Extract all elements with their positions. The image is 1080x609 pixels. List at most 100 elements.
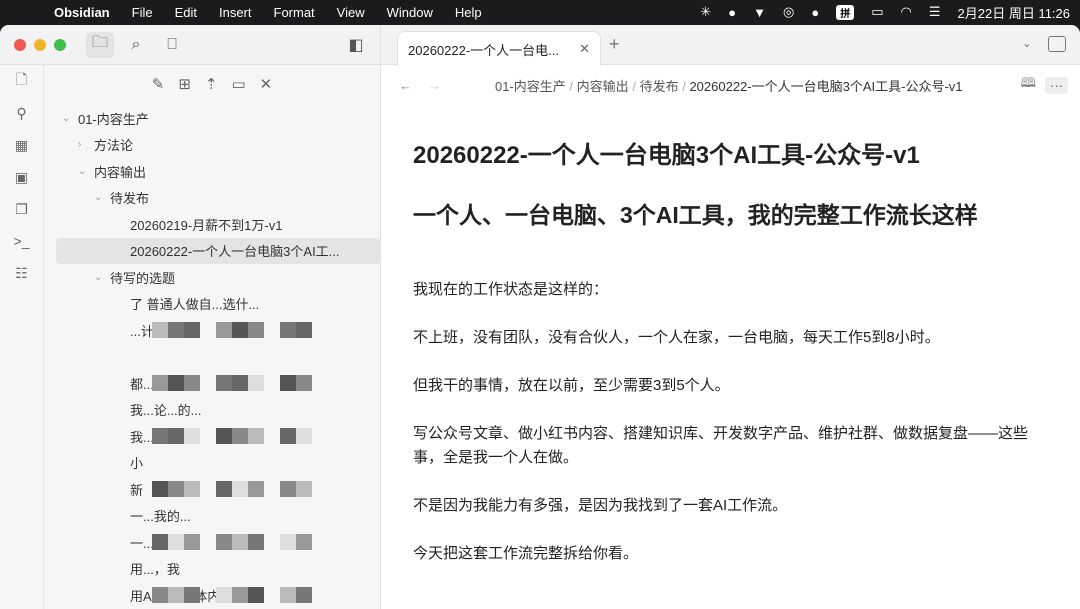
- file-item[interactable]: 用...，我: [62, 556, 380, 583]
- folder-label: 01-内容生产: [78, 111, 149, 127]
- sort-icon[interactable]: ⇡: [205, 75, 218, 105]
- chevron-down-icon[interactable]: ⌄: [1022, 36, 1032, 50]
- view-header: ← → 01-内容生产 / 内容输出 / 待发布 / 20260222-一个人一…: [381, 65, 1080, 105]
- rocket-icon[interactable]: ●: [728, 5, 736, 20]
- editor-pane: 20260222-一个人一台电... ✕ + ⌄ ← → 01-内容生产 / 内容…: [381, 25, 1080, 609]
- file-item[interactable]: 我...了...: [62, 423, 380, 450]
- file-item-active[interactable]: 20260222-一个人一台电脑3个AI工...: [56, 237, 380, 264]
- file-label: 20260222-一个人一台电脑3个AI工...: [130, 244, 340, 260]
- ribbon: 🗋 ⚲ ▦ ▣ ❐ >_ ☷: [0, 65, 44, 609]
- file-item[interactable]: 用AI做自媒体内容，我: [62, 582, 380, 609]
- file-item[interactable]: [62, 344, 380, 371]
- menu-bar: Obsidian File Edit Insert Format View Wi…: [0, 0, 1080, 24]
- file-item[interactable]: 我...论...的...: [62, 397, 380, 424]
- input-method[interactable]: 拼: [836, 4, 855, 20]
- note-title: 20260222-一个人一台电脑3个AI工具-公众号-v1: [413, 142, 920, 169]
- note-heading: 一个人、一台电脑、3个AI工具，我的完整工作流长这样: [413, 202, 978, 228]
- paragraph: 不是因为我能力有多强，是因为我找到了一套AI工作流。: [413, 497, 788, 514]
- zoom-window-button[interactable]: [54, 38, 66, 51]
- collapse-all-icon[interactable]: ✕: [260, 75, 273, 105]
- menu-file[interactable]: File: [132, 5, 153, 20]
- folder-icon[interactable]: 🗀: [86, 31, 114, 58]
- file-item[interactable]: 都...来...: [62, 370, 380, 397]
- folder-item[interactable]: ⌄ 待发布: [62, 185, 380, 212]
- file-item[interactable]: 小: [62, 450, 380, 477]
- wifi-icon[interactable]: ◠: [901, 4, 912, 20]
- new-folder-icon[interactable]: ⊞: [178, 75, 191, 105]
- minimize-window-button[interactable]: [34, 38, 46, 51]
- menu-edit[interactable]: Edit: [175, 5, 197, 20]
- file-label: 20260219-月薪不到1万-v1: [130, 217, 283, 233]
- new-tab-icon[interactable]: +: [609, 34, 620, 55]
- obsidian-window: 🗀 ⌕ ⎕ ◧ 🗋 ⚲ ▦ ▣ ❐ >_ ☷ ✎ ⊞ ⇡ ▭ ✕ ⌄ 01-内容生…: [0, 25, 1080, 609]
- file-label: 一...我的...: [130, 509, 191, 525]
- folder-item[interactable]: ⌄ 内容输出: [62, 158, 380, 185]
- redaction-mosaic: [152, 534, 312, 550]
- sparkle-icon[interactable]: ✳: [700, 4, 711, 20]
- target-icon[interactable]: ◎: [783, 4, 794, 20]
- battery-icon[interactable]: ▭: [871, 4, 883, 20]
- breadcrumb-item[interactable]: 待发布: [640, 79, 679, 94]
- control-center-icon[interactable]: ☰: [929, 4, 941, 20]
- terminal-icon[interactable]: >_: [0, 225, 43, 257]
- file-item[interactable]: 一...的高...: [62, 529, 380, 556]
- close-tab-icon[interactable]: ✕: [579, 41, 590, 57]
- folder-label: 待写的选题: [110, 270, 176, 286]
- file-explorer: ✎ ⊞ ⇡ ▭ ✕ ⌄ 01-内容生产 › 方法论 ⌄ 内容输出 ⌄ 待发布 20260…: [44, 65, 380, 609]
- paragraph: 不上班，没有团队，没有合伙人，一个人在家，一台电脑，每天工作5到8小时。: [413, 329, 940, 346]
- reading-view-icon[interactable]: 🕮: [1021, 74, 1036, 96]
- more-options-icon[interactable]: ···: [1045, 76, 1068, 94]
- bird-icon[interactable]: ▼: [753, 5, 766, 20]
- paragraph: 今天把这套工作流完整拆给你看。: [413, 545, 639, 562]
- bookmark-icon[interactable]: ⎕: [158, 32, 186, 58]
- folder-label: 内容输出: [94, 164, 147, 180]
- menu-window[interactable]: Window: [387, 5, 433, 20]
- menu-view[interactable]: View: [337, 5, 365, 20]
- file-search-icon[interactable]: 🗋: [0, 65, 43, 97]
- folder-item[interactable]: ⌄ 待写的选题: [62, 264, 380, 291]
- redaction-mosaic: [152, 428, 312, 444]
- redaction-mosaic: [152, 587, 312, 603]
- folder-item[interactable]: › 方法论: [62, 132, 380, 159]
- right-sidebar-toggle-icon[interactable]: [1048, 36, 1066, 52]
- breadcrumb-item[interactable]: 01-内容生产: [495, 79, 566, 94]
- file-item[interactable]: ...计...: [62, 317, 380, 344]
- menu-format[interactable]: Format: [274, 5, 315, 20]
- sidebar-toggle-icon[interactable]: ◧: [342, 32, 370, 58]
- auto-reveal-icon[interactable]: ▭: [231, 75, 245, 105]
- copy-icon[interactable]: ❐: [0, 193, 43, 225]
- list-icon[interactable]: ☷: [0, 257, 43, 289]
- paragraph: 但我干的事情，放在以前，至少需要3到5个人。: [413, 377, 730, 394]
- clock[interactable]: 2月22日 周日 11:26: [958, 3, 1070, 22]
- canvas-icon[interactable]: ▦: [0, 129, 43, 161]
- menu-insert[interactable]: Insert: [219, 5, 252, 20]
- breadcrumb-item[interactable]: 20260222-一个人一台电脑3个AI工具-公众号-v1: [689, 79, 962, 94]
- redaction-mosaic: [152, 481, 312, 497]
- file-item[interactable]: 一...我的...: [62, 503, 380, 530]
- close-window-button[interactable]: [14, 38, 26, 51]
- paragraph: 写公众号文章、做小红书内容、搭建知识库、开发数字产品、维护社群、做数据复盘——这…: [413, 425, 1029, 466]
- new-note-icon[interactable]: ✎: [152, 75, 165, 105]
- file-label: 我...论...的...: [130, 403, 202, 419]
- note-content[interactable]: 20260222-一个人一台电脑3个AI工具-公众号-v1 一个人、一台电脑、3…: [381, 105, 1080, 566]
- file-label: 了 普通人做自...选什...: [130, 297, 260, 313]
- breadcrumb-item[interactable]: 内容输出: [577, 79, 629, 94]
- menu-help[interactable]: Help: [455, 5, 482, 20]
- graph-icon[interactable]: ⚲: [0, 97, 43, 129]
- file-item[interactable]: 新: [62, 476, 380, 503]
- file-label: 小: [130, 456, 144, 472]
- folder-item[interactable]: ⌄ 01-内容生产: [62, 105, 380, 132]
- file-item[interactable]: 了 普通人做自...选什...: [62, 291, 380, 318]
- search-icon[interactable]: ⌕: [122, 32, 150, 58]
- tab-active[interactable]: 20260222-一个人一台电... ✕: [397, 31, 601, 66]
- file-item[interactable]: 20260219-月薪不到1万-v1: [62, 211, 380, 238]
- menu-app[interactable]: Obsidian: [54, 5, 110, 20]
- paragraph: 我现在的工作状态是这样的：: [413, 281, 609, 298]
- file-label: 用...，我: [130, 562, 180, 578]
- calendar-icon[interactable]: ▣: [0, 161, 43, 193]
- back-icon[interactable]: ←: [399, 78, 412, 93]
- breadcrumb: 01-内容生产 / 内容输出 / 待发布 / 20260222-一个人一台电脑3…: [495, 78, 963, 94]
- redaction-mosaic: [152, 322, 312, 338]
- forward-icon[interactable]: →: [428, 78, 441, 93]
- wechat-icon[interactable]: ●: [811, 5, 819, 20]
